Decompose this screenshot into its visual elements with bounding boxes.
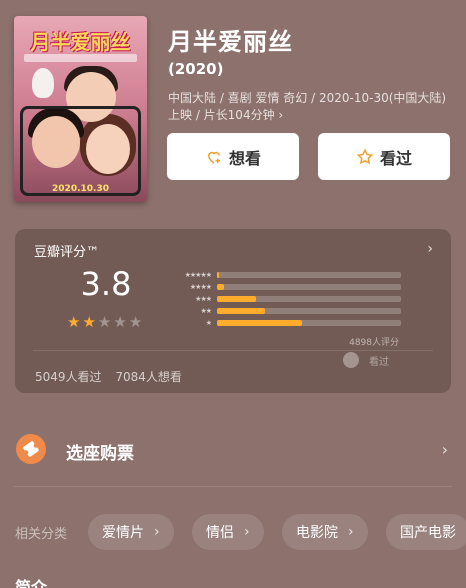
star-icon: ★ (82, 313, 96, 331)
buy-tickets-label: 选座购票 (66, 444, 134, 464)
poster-date: 2020.10.30 (52, 184, 109, 194)
category-chip[interactable]: 国产电影 (386, 514, 466, 550)
distribution-bar (217, 308, 401, 314)
distribution-stars: ★★★★★ (184, 271, 212, 279)
related-categories: 相关分类 爱情片 › 情侣 › 电影院 › 国产电影 (0, 514, 466, 550)
chevron-right-icon: › (441, 440, 448, 459)
distribution-row: ★★★★★ (161, 269, 401, 281)
distribution-fill (217, 284, 225, 290)
chip-label: 爱情片 (102, 525, 144, 541)
distribution-bar (217, 296, 401, 302)
chip-label: 情侣 (206, 525, 234, 541)
ticket-icon (16, 434, 46, 464)
raters-count: 4898人评分 (349, 338, 399, 348)
divider (33, 350, 433, 351)
chip-label: 国产电影 (400, 525, 456, 541)
category-chip[interactable]: 电影院 › (282, 514, 368, 550)
buy-tickets-row[interactable]: 选座购票 › (0, 430, 466, 470)
movie-poster[interactable]: 月半爱丽丝 2020.10.30 (14, 16, 147, 202)
watched-count: 5049人看过 (35, 370, 102, 384)
rating-distribution: ★★★★★ ★★★★ ★★★ ★★ ★ (161, 269, 401, 329)
chevron-right-icon: › (154, 524, 160, 540)
rating-card[interactable]: 豆瓣评分™ › 3.8 ★ ★ ★ ★ ★ ★★★★★ ★★★★ ★★★ ★★ ★ 4898人评… (15, 229, 451, 393)
want-to-watch-button[interactable]: 想看 (167, 133, 299, 180)
star-icon: ★ (113, 313, 127, 331)
rating-label: 豆瓣评分™ (34, 245, 100, 260)
star-outline-icon (356, 148, 374, 164)
poster-subtitle-strip (24, 54, 137, 62)
distribution-stars: ★★ (200, 307, 212, 315)
categories-label: 相关分类 (15, 527, 68, 542)
distribution-fill (217, 296, 256, 302)
star-icon: ★ (97, 313, 112, 331)
divider (14, 486, 452, 487)
distribution-row: ★★★ (161, 293, 401, 305)
chevron-right-icon: › (244, 524, 250, 540)
seen-label: 看过 (379, 148, 412, 168)
category-chip[interactable]: 爱情片 › (88, 514, 174, 550)
heart-plus-icon (207, 151, 220, 164)
want-label: 想看 (228, 148, 261, 168)
distribution-fill (217, 308, 265, 314)
rating-stars: ★ ★ ★ ★ ★ (67, 315, 142, 330)
movie-title: 月半爱丽丝 (168, 28, 293, 56)
movie-meta[interactable]: 中国大陆 / 喜剧 爱情 奇幻 / 2020-10-30(中国大陆) 上映 / … (168, 90, 458, 124)
chevron-right-icon: › (348, 524, 354, 540)
distribution-fill (217, 320, 302, 326)
section-title: 简介 (15, 578, 48, 588)
chevron-right-icon[interactable]: › (427, 241, 433, 257)
distribution-row: ★ (161, 317, 401, 329)
category-chip[interactable]: 情侣 › (192, 514, 264, 550)
poster-bunny (32, 68, 54, 98)
distribution-bar (217, 320, 401, 326)
distribution-stars: ★★★★ (189, 283, 212, 291)
distribution-fill (217, 272, 220, 278)
rating-score: 3.8 (80, 265, 132, 303)
star-icon: ★ (67, 313, 81, 331)
distribution-row: ★★★★ (161, 281, 401, 293)
distribution-stars: ★ (205, 319, 212, 327)
distribution-bar (217, 272, 401, 278)
distribution-row: ★★ (161, 305, 401, 317)
chip-label: 电影院 (296, 525, 338, 541)
movie-year: (2020) (168, 60, 224, 78)
watched-button[interactable]: 看过 (318, 133, 450, 180)
watch-stats: 5049人看过 7084人想看 (35, 368, 192, 385)
distribution-stars: ★★★ (195, 295, 212, 303)
star-icon: ★ (128, 313, 143, 331)
wanted-count: 7084人想看 (115, 370, 182, 384)
poster-figure (86, 124, 130, 174)
friend-avatar (343, 352, 359, 368)
distribution-bar (217, 284, 401, 290)
friend-note: 看过 (369, 357, 389, 368)
poster-title: 月半爱丽丝 (30, 30, 131, 54)
